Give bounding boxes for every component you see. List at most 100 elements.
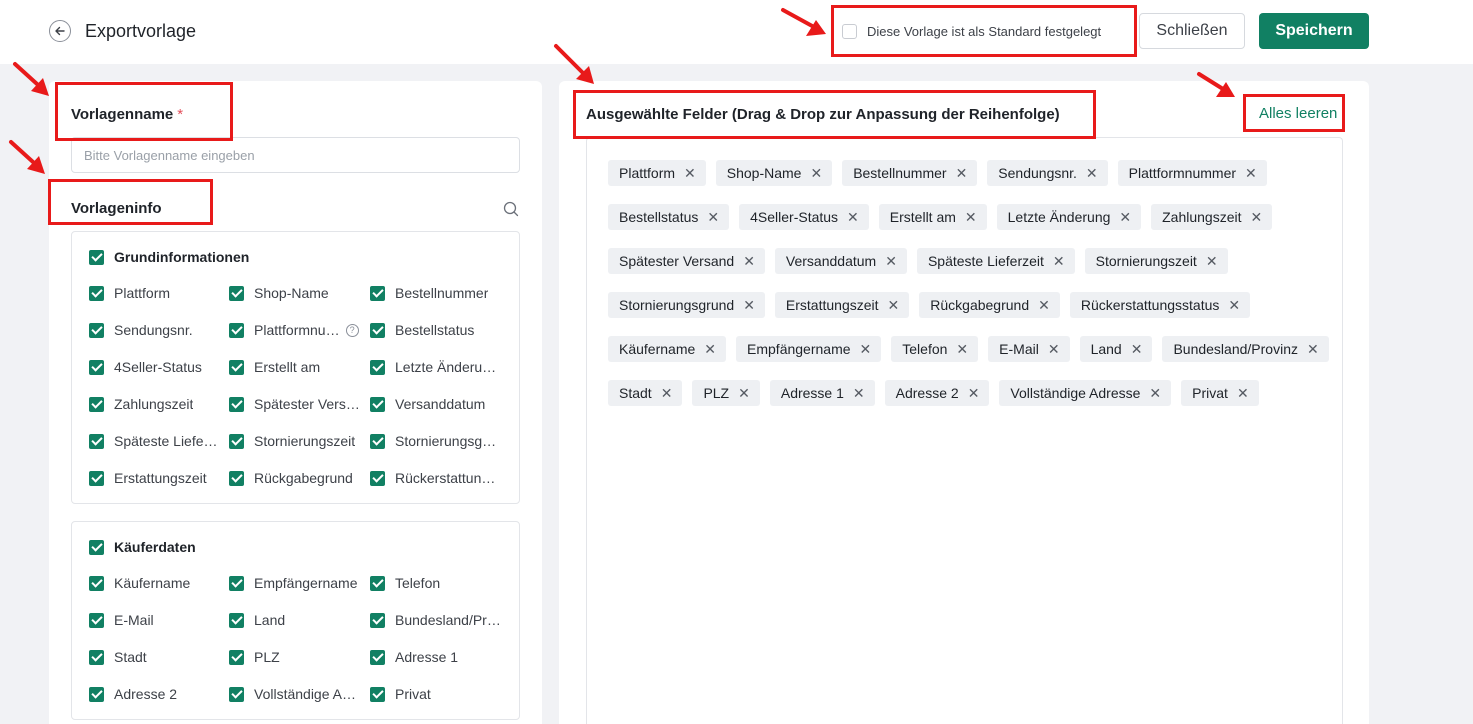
selected-field-tag[interactable]: Telefon ✕ xyxy=(891,336,979,362)
close-icon[interactable]: ✕ xyxy=(707,210,719,224)
checkbox-checked-icon[interactable] xyxy=(229,575,244,591)
close-icon[interactable]: ✕ xyxy=(853,386,865,400)
selected-field-tag[interactable]: Bestellstatus ✕ xyxy=(608,204,730,230)
selected-field-tag[interactable]: Erstellt am ✕ xyxy=(878,204,987,230)
checkbox-checked-icon[interactable] xyxy=(370,686,385,702)
checkbox-checked-icon[interactable] xyxy=(89,612,104,628)
field-option[interactable]: E-Mail xyxy=(89,611,229,629)
selected-field-tag[interactable]: Späteste Lieferzeit ✕ xyxy=(916,248,1075,274)
close-icon[interactable]: ✕ xyxy=(847,210,859,224)
close-icon[interactable]: ✕ xyxy=(1086,166,1098,180)
selected-field-tag[interactable]: PLZ ✕ xyxy=(692,380,760,406)
field-option[interactable]: Land xyxy=(229,611,370,629)
close-icon[interactable]: ✕ xyxy=(860,342,872,356)
checkbox-checked-icon[interactable] xyxy=(370,396,385,412)
close-icon[interactable]: ✕ xyxy=(743,298,755,312)
selected-field-tag[interactable]: Shop-Name ✕ xyxy=(715,160,833,186)
template-name-input[interactable] xyxy=(71,137,520,173)
clear-all-link[interactable]: Alles leeren xyxy=(1259,105,1337,122)
field-option[interactable]: Adresse 1 xyxy=(370,648,510,666)
selected-field-tag[interactable]: Stadt ✕ xyxy=(608,380,683,406)
field-option[interactable]: 4Seller-Status xyxy=(89,358,229,376)
selected-field-tag[interactable]: Spätester Versand ✕ xyxy=(608,248,765,274)
checkbox-checked-icon[interactable] xyxy=(370,649,385,665)
field-option[interactable]: Sendungsnr. xyxy=(89,321,229,339)
checkbox-checked-icon[interactable] xyxy=(229,396,244,412)
checkbox-checked-icon[interactable] xyxy=(229,322,244,338)
selected-field-tag[interactable]: Adresse 2 ✕ xyxy=(884,380,990,406)
close-icon[interactable]: ✕ xyxy=(1245,166,1257,180)
selected-field-tag[interactable]: E-Mail ✕ xyxy=(988,336,1070,362)
close-icon[interactable]: ✕ xyxy=(1131,342,1143,356)
checkbox-checked-icon[interactable] xyxy=(89,285,104,301)
checkbox-checked-icon[interactable] xyxy=(89,433,104,449)
group-header[interactable]: Grundinformationen xyxy=(89,249,249,265)
checkbox-checked-icon[interactable] xyxy=(370,322,385,338)
selected-field-tag[interactable]: Erstattungszeit ✕ xyxy=(774,292,910,318)
checkbox-checked-icon[interactable] xyxy=(89,322,104,338)
close-icon[interactable]: ✕ xyxy=(885,254,897,268)
search-icon[interactable] xyxy=(503,201,519,217)
checkbox-checked-icon[interactable] xyxy=(89,686,104,702)
group-checkbox[interactable] xyxy=(89,249,104,265)
field-option[interactable]: Spätester Vers… xyxy=(229,395,370,413)
close-icon[interactable]: ✕ xyxy=(684,166,696,180)
checkbox-checked-icon[interactable] xyxy=(89,396,104,412)
close-icon[interactable]: ✕ xyxy=(738,386,750,400)
field-option[interactable]: Bestellnummer xyxy=(370,284,510,302)
checkbox-checked-icon[interactable] xyxy=(89,649,104,665)
close-icon[interactable]: ✕ xyxy=(1048,342,1060,356)
field-option[interactable]: Zahlungszeit xyxy=(89,395,229,413)
close-icon[interactable]: ✕ xyxy=(1228,298,1240,312)
close-icon[interactable]: ✕ xyxy=(1237,386,1249,400)
field-option[interactable]: Empfängername xyxy=(229,574,370,592)
field-option[interactable]: Plattformnu…? xyxy=(229,321,370,339)
selected-field-tag[interactable]: Land ✕ xyxy=(1079,336,1153,362)
checkbox-checked-icon[interactable] xyxy=(229,686,244,702)
field-option[interactable]: Stornierungszeit xyxy=(229,432,370,450)
checkbox-checked-icon[interactable] xyxy=(89,470,104,486)
selected-field-tag[interactable]: Plattform ✕ xyxy=(608,160,706,186)
close-icon[interactable]: ✕ xyxy=(810,166,822,180)
checkbox-checked-icon[interactable] xyxy=(370,470,385,486)
field-option[interactable]: Versanddatum xyxy=(370,395,510,413)
selected-field-tag[interactable]: Stornierungsgrund ✕ xyxy=(608,292,765,318)
field-option[interactable]: Rückgabegrund xyxy=(229,469,370,487)
close-icon[interactable]: ✕ xyxy=(1251,210,1263,224)
back-button[interactable] xyxy=(49,20,71,42)
group-header[interactable]: Käuferdaten xyxy=(89,539,196,555)
field-option[interactable]: Letzte Änderu… xyxy=(370,358,510,376)
close-icon[interactable]: ✕ xyxy=(1149,386,1161,400)
selected-field-tag[interactable]: Bestellnummer ✕ xyxy=(842,160,978,186)
default-template-checkbox[interactable]: Diese Vorlage ist als Standard festgeleg… xyxy=(842,20,1101,42)
checkbox-checked-icon[interactable] xyxy=(89,359,104,375)
close-icon[interactable]: ✕ xyxy=(1119,210,1131,224)
group-checkbox[interactable] xyxy=(89,539,104,555)
selected-field-tag[interactable]: Rückgabegrund ✕ xyxy=(919,292,1060,318)
checkbox-checked-icon[interactable] xyxy=(229,612,244,628)
checkbox-checked-icon[interactable] xyxy=(229,433,244,449)
field-option[interactable]: Bestellstatus xyxy=(370,321,510,339)
close-icon[interactable]: ✕ xyxy=(1206,254,1218,268)
field-option[interactable]: Stornierungsg… xyxy=(370,432,510,450)
selected-field-tag[interactable]: Vollständige Adresse ✕ xyxy=(999,380,1172,406)
field-option[interactable]: PLZ xyxy=(229,648,370,666)
close-icon[interactable]: ✕ xyxy=(1053,254,1065,268)
checkbox-checked-icon[interactable] xyxy=(229,285,244,301)
close-icon[interactable]: ✕ xyxy=(704,342,716,356)
checkbox-checked-icon[interactable] xyxy=(370,433,385,449)
close-icon[interactable]: ✕ xyxy=(965,210,977,224)
field-option[interactable]: Plattform xyxy=(89,284,229,302)
field-option[interactable]: Rückerstattun… xyxy=(370,469,510,487)
selected-field-tag[interactable]: Rückerstattungsstatus ✕ xyxy=(1069,292,1251,318)
field-option[interactable]: Erstellt am xyxy=(229,358,370,376)
selected-field-tag[interactable]: Zahlungszeit ✕ xyxy=(1151,204,1273,230)
field-option[interactable]: Erstattungszeit xyxy=(89,469,229,487)
field-option[interactable]: Shop-Name xyxy=(229,284,370,302)
close-icon[interactable]: ✕ xyxy=(956,166,968,180)
selected-field-tag[interactable]: Käufername ✕ xyxy=(608,336,727,362)
field-option[interactable]: Käufername xyxy=(89,574,229,592)
selected-field-tag[interactable]: 4Seller-Status ✕ xyxy=(739,204,869,230)
checkbox-checked-icon[interactable] xyxy=(229,359,244,375)
selected-field-tag[interactable]: Empfängername ✕ xyxy=(736,336,882,362)
